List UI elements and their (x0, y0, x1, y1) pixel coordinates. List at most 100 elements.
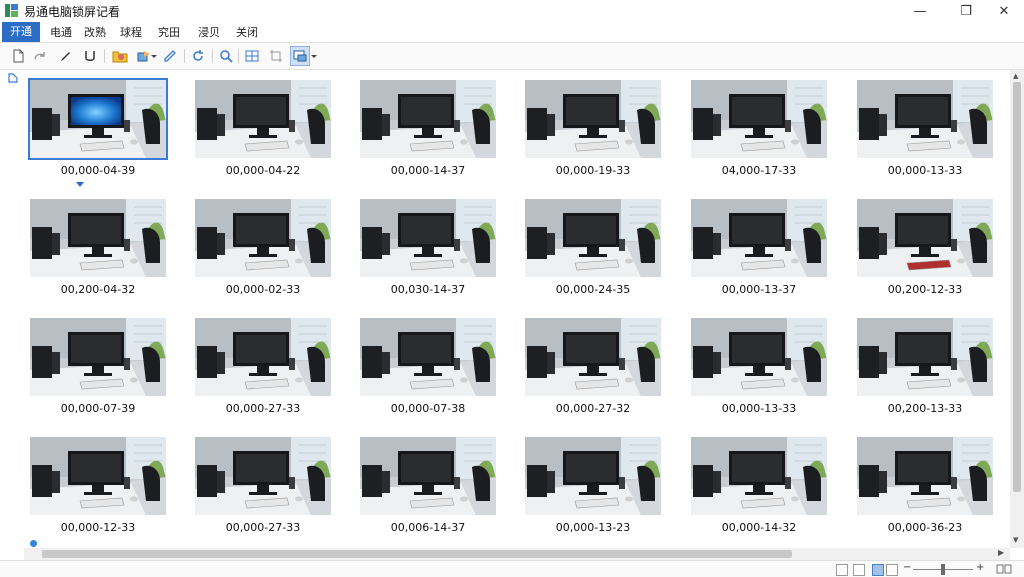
vertical-scrollbar[interactable]: ▲ ▼ (1010, 70, 1024, 548)
view-thumbnails-icon[interactable] (872, 564, 884, 576)
thumbnail-item[interactable]: 00,030-14-37 (354, 189, 519, 307)
thumbnail-image[interactable] (857, 318, 993, 396)
thumbnail-item[interactable]: 00,000-36-23 (851, 427, 1016, 545)
menu-item-4[interactable]: 究田 (158, 24, 180, 40)
edit-icon[interactable] (160, 46, 180, 66)
thumbnail-image[interactable] (195, 199, 331, 277)
thumbnail-timestamp: 00,000-27-32 (555, 402, 631, 415)
view-details-icon[interactable] (853, 564, 865, 576)
zoom-out-icon[interactable]: − (903, 562, 911, 573)
thumbnail-image[interactable] (30, 318, 166, 396)
thumbnail-item[interactable]: 04,000-17-33 (685, 70, 850, 188)
view-tiles-icon[interactable] (886, 564, 898, 576)
horizontal-scrollbar[interactable]: ▶ (24, 548, 1010, 560)
scroll-right-icon[interactable]: ▶ (998, 548, 1004, 557)
thumbnail-timestamp: 00,000-27-33 (225, 402, 301, 415)
thumbnail-item[interactable]: 00,000-04-39 (24, 70, 189, 188)
thumbnail-item[interactable]: 00,006-14-37 (354, 427, 519, 545)
thumbnail-item[interactable]: 00,000-27-33 (189, 308, 354, 426)
refresh-icon[interactable] (188, 46, 208, 66)
menu-item-6[interactable]: 关闭 (236, 24, 258, 40)
thumbnail-grid: 00,000-04-39 00,000-04-22 00,000-14-37 00,0… (24, 70, 1010, 548)
grid-icon[interactable] (242, 46, 262, 66)
menu-item-2[interactable]: 改熟 (84, 24, 106, 40)
zoom-in-icon[interactable]: + (976, 562, 984, 573)
maximize-button[interactable]: ❐ (946, 0, 986, 22)
thumbnail-image[interactable] (525, 437, 661, 515)
title-bar: 易通电脑锁屏记看 — ❐ ✕ (0, 0, 1024, 22)
scroll-down-icon[interactable]: ▼ (1013, 536, 1018, 544)
thumbnail-image[interactable] (195, 318, 331, 396)
menu-item-3[interactable]: 球程 (120, 24, 142, 40)
thumbnail-image[interactable] (691, 437, 827, 515)
thumbnail-item[interactable]: 00,000-19-33 (519, 70, 684, 188)
thumbnail-item[interactable]: 00,000-13-33 (851, 70, 1016, 188)
thumbnail-item[interactable]: 00,000-27-33 (189, 427, 354, 545)
thumbnail-item[interactable]: 00,000-24-35 (519, 189, 684, 307)
thumbnail-item[interactable]: 00,000-14-32 (685, 427, 850, 545)
thumbnail-image[interactable] (691, 318, 827, 396)
crop-icon[interactable] (266, 46, 286, 66)
thumbnail-item[interactable]: 00,000-02-33 (189, 189, 354, 307)
scroll-up-icon[interactable]: ▲ (1013, 72, 1018, 80)
thumbnail-timestamp: 00,000-04-39 (60, 164, 136, 177)
menu-item-1[interactable]: 电通 (50, 24, 72, 40)
new-file-icon[interactable] (8, 46, 28, 66)
thumbnail-image[interactable] (857, 437, 993, 515)
bracket-icon[interactable] (80, 46, 100, 66)
thumbnail-timestamp: 00,000-02-33 (225, 283, 301, 296)
thumbnail-image[interactable] (691, 199, 827, 277)
menu-item-5[interactable]: 浸贝 (198, 24, 220, 40)
thumbnail-image[interactable] (28, 78, 168, 160)
window-icon[interactable] (290, 46, 310, 66)
thumbnail-item[interactable]: 00,000-27-32 (519, 308, 684, 426)
fit-window-icon[interactable] (996, 564, 1012, 574)
thumbnail-image[interactable] (525, 318, 661, 396)
thumbnail-item[interactable]: 00,200-13-33 (851, 308, 1016, 426)
folder-icon[interactable] (110, 46, 130, 66)
thumbnail-image[interactable] (525, 199, 661, 277)
thumbnail-image[interactable] (195, 437, 331, 515)
zoom-slider-handle[interactable] (941, 564, 945, 575)
thumbnail-image[interactable] (691, 80, 827, 158)
thumbnail-image[interactable] (857, 80, 993, 158)
thumbnail-item[interactable]: 00,000-04-22 (189, 70, 354, 188)
thumbnail-image[interactable] (857, 199, 993, 277)
app-logo-icon (5, 4, 18, 17)
horizontal-scroll-thumb[interactable] (42, 550, 792, 558)
menu-item-0[interactable]: 开通 (2, 22, 40, 42)
thumbnail-image[interactable] (30, 199, 166, 277)
zoom-icon[interactable] (216, 46, 236, 66)
minimize-button[interactable]: — (900, 0, 940, 22)
thumbnail-image[interactable] (360, 437, 496, 515)
thumbnail-item[interactable]: 00,000-07-39 (24, 308, 189, 426)
thumbnail-item[interactable]: 00,000-12-33 (24, 427, 189, 545)
thumbnail-image[interactable] (360, 80, 496, 158)
thumbnail-item[interactable]: 00,000-07-38 (354, 308, 519, 426)
thumbnail-timestamp: 00,000-24-35 (555, 283, 631, 296)
toolbar-separator (184, 49, 185, 63)
thumbnail-image[interactable] (195, 80, 331, 158)
pen-icon[interactable] (56, 46, 76, 66)
close-button[interactable]: ✕ (984, 0, 1024, 22)
thumbnail-item[interactable]: 00,000-14-37 (354, 70, 519, 188)
thumbnail-item[interactable]: 00,000-13-33 (685, 308, 850, 426)
thumbnail-item[interactable]: 00,000-13-37 (685, 189, 850, 307)
side-panel-icon[interactable] (7, 72, 19, 84)
thumbnail-item[interactable]: 00,200-12-33 (851, 189, 1016, 307)
thumbnail-image[interactable] (360, 318, 496, 396)
thumbnail-timestamp: 00,000-13-37 (721, 283, 797, 296)
thumbnail-image[interactable] (30, 437, 166, 515)
thumbnail-image[interactable] (525, 80, 661, 158)
thumbnail-item[interactable]: 00,200-04-32 (24, 189, 189, 307)
export-dropdown-icon[interactable] (150, 46, 158, 66)
thumbnail-item[interactable]: 00,000-13-23 (519, 427, 684, 545)
window-dropdown-icon[interactable] (310, 46, 318, 66)
thumbnail-image[interactable] (360, 199, 496, 277)
view-list-icon[interactable] (836, 564, 848, 576)
vertical-scroll-thumb[interactable] (1013, 82, 1021, 492)
selection-marker-icon (76, 182, 84, 187)
thumbnail-timestamp: 00,000-13-23 (555, 521, 631, 534)
redo-icon[interactable] (30, 46, 50, 66)
toolbar (0, 43, 1024, 70)
